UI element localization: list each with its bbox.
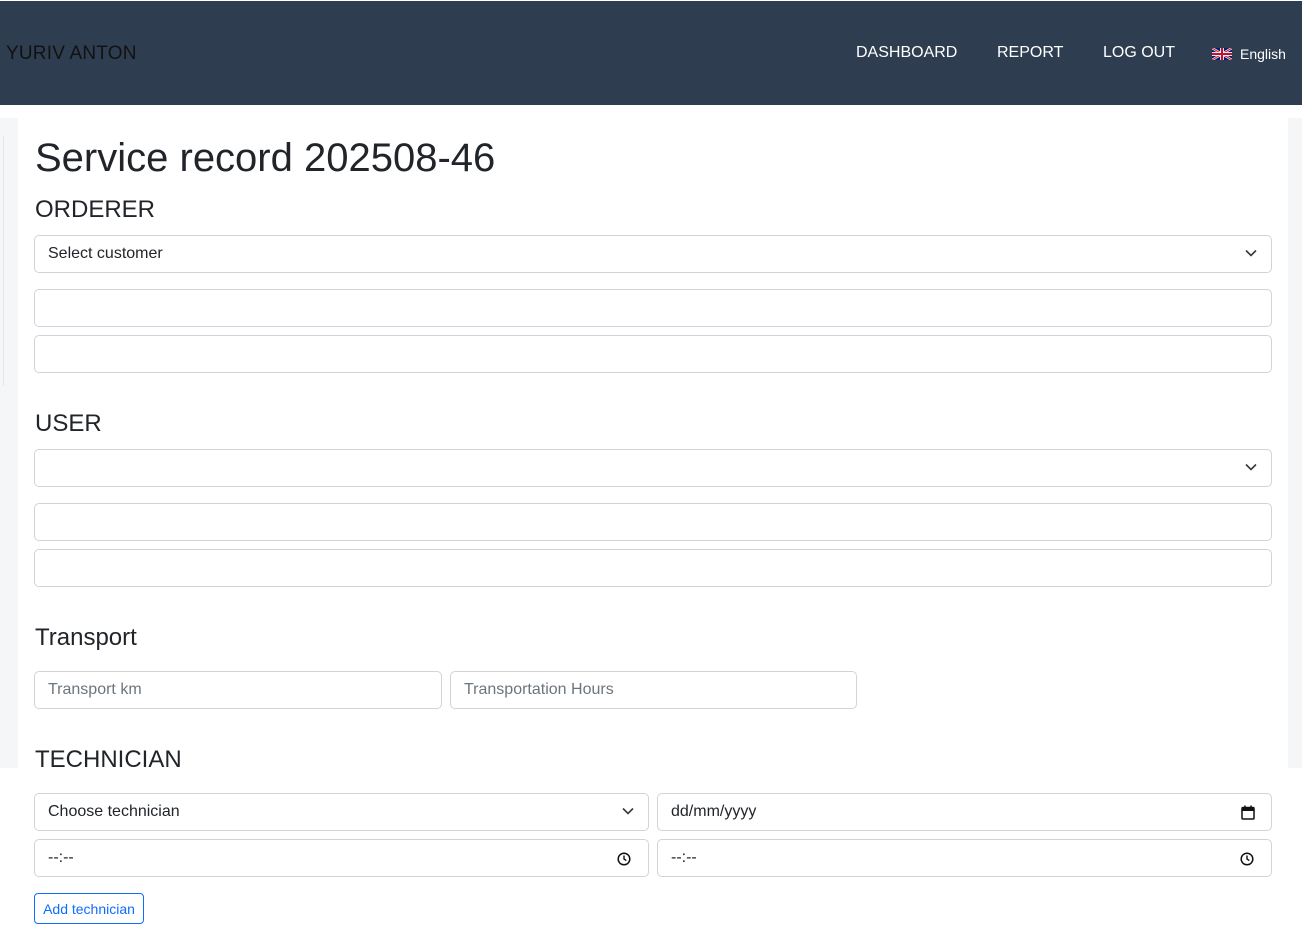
technician-time-from-value: --:-- [48, 849, 74, 866]
user-select[interactable] [34, 449, 1272, 487]
technician-select[interactable]: Choose technician [34, 793, 649, 831]
technician-time-to-input[interactable]: --:-- [657, 839, 1272, 877]
user-field-2[interactable] [34, 549, 1272, 587]
page-title: Service record 202508-46 [35, 136, 496, 180]
nav-logout-link[interactable]: LOG OUT [1103, 44, 1175, 62]
clock-icon[interactable] [1240, 852, 1254, 866]
technician-select-value: Choose technician [48, 803, 180, 820]
top-navbar: YURIV ANTON DASHBOARD REPORT LOG OUT Eng… [0, 0, 1302, 105]
transport-km-input[interactable]: Transport km [34, 671, 442, 709]
transport-km-placeholder: Transport km [48, 681, 142, 698]
customer-select-value: Select customer [48, 245, 163, 262]
left-gutter [0, 118, 18, 768]
nav-report-link[interactable]: REPORT [997, 44, 1063, 62]
technician-time-from-input[interactable]: --:-- [34, 839, 649, 877]
orderer-field-1[interactable] [34, 289, 1272, 327]
technician-time-to-value: --:-- [671, 849, 697, 866]
language-label: English [1240, 46, 1286, 62]
uk-flag-icon [1212, 48, 1232, 60]
calendar-icon[interactable] [1241, 805, 1255, 820]
nav-dashboard-link[interactable]: DASHBOARD [856, 44, 957, 62]
transportation-hours-input[interactable]: Transportation Hours [450, 671, 857, 709]
chevron-down-icon [622, 807, 634, 815]
technician-date-value: dd/mm/yyyy [671, 803, 757, 820]
user-heading: USER [35, 410, 102, 437]
transport-heading: Transport [35, 624, 137, 651]
technician-heading: TECHNICIAN [35, 746, 182, 773]
clock-icon[interactable] [617, 852, 631, 866]
technician-date-input[interactable]: dd/mm/yyyy [657, 793, 1272, 831]
gutter-divider [0, 136, 4, 386]
brand-name[interactable]: YURIV ANTON [6, 43, 137, 65]
chevron-down-icon [1245, 463, 1257, 471]
language-selector[interactable]: English [1212, 46, 1286, 62]
orderer-heading: ORDERER [35, 196, 156, 223]
chevron-down-icon [1245, 249, 1257, 257]
right-gutter [1288, 118, 1302, 768]
customer-select[interactable]: Select customer [34, 235, 1272, 273]
orderer-field-2[interactable] [34, 335, 1272, 373]
user-field-1[interactable] [34, 503, 1272, 541]
add-technician-button[interactable]: Add technician [34, 893, 144, 924]
transportation-hours-placeholder: Transportation Hours [464, 681, 614, 698]
